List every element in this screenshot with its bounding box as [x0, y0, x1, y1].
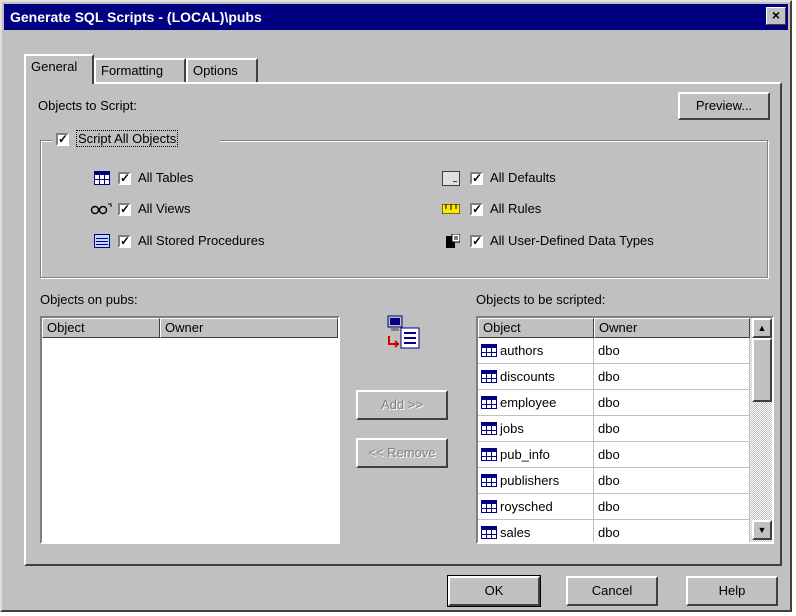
row-object: sales	[500, 525, 531, 540]
all-tables-checkbox[interactable]: ✓	[118, 172, 131, 185]
rules-icon	[442, 204, 460, 214]
table-icon	[481, 422, 497, 435]
user-defined-type-icon	[446, 234, 460, 248]
all-views-label: All Views	[138, 201, 191, 216]
script-all-label: Script All Objects	[76, 130, 179, 147]
row-owner: dbo	[598, 343, 620, 358]
cancel-button[interactable]: Cancel	[566, 576, 658, 606]
scroll-up-arrow-icon[interactable]: ▲	[752, 318, 772, 338]
stored-procedure-icon	[94, 234, 110, 248]
row-owner: dbo	[598, 525, 620, 540]
script-all-legend: ✓ Script All Objects	[52, 128, 220, 150]
column-header-owner[interactable]: Owner	[594, 318, 750, 338]
dialog-window: Generate SQL Scripts - (LOCAL)\pubs × Ge…	[0, 0, 792, 612]
table-icon	[481, 396, 497, 409]
tab-options[interactable]: Options	[186, 58, 258, 82]
objects-to-be-scripted-label: Objects to be scripted:	[476, 292, 606, 307]
row-object: jobs	[500, 421, 524, 436]
column-header-object[interactable]: Object	[42, 318, 160, 338]
table-icon	[481, 344, 497, 357]
objects-on-label: Objects on pubs:	[40, 292, 138, 307]
all-views-checkbox[interactable]: ✓	[118, 203, 131, 216]
table-icon	[94, 171, 110, 185]
scroll-down-arrow-icon[interactable]: ▼	[752, 520, 772, 540]
defaults-icon	[442, 171, 460, 186]
transfer-icon	[387, 315, 420, 349]
row-object: roysched	[500, 499, 553, 514]
row-object: employee	[500, 395, 557, 410]
objects-to-be-scripted-list[interactable]: Object Owner authors dbo discounts dbo e…	[476, 316, 774, 544]
row-object: publishers	[500, 473, 560, 488]
column-header-owner[interactable]: Owner	[160, 318, 338, 338]
all-tables-label: All Tables	[138, 170, 194, 185]
all-defaults-label: All Defaults	[490, 170, 556, 185]
objects-on-list[interactable]: Object Owner	[40, 316, 340, 544]
table-icon	[481, 500, 497, 513]
help-button[interactable]: Help	[686, 576, 778, 606]
general-tab-panel: Objects to Script: Preview... ✓ Script A…	[24, 82, 782, 566]
close-button[interactable]: ×	[766, 7, 786, 25]
row-object: authors	[500, 343, 544, 358]
all-stored-procedures-label: All Stored Procedures	[138, 233, 265, 248]
preview-button[interactable]: Preview...	[678, 92, 770, 120]
remove-button[interactable]: << Remove	[356, 438, 448, 468]
all-rules-label: All Rules	[490, 201, 542, 216]
all-defaults-checkbox[interactable]: ✓	[470, 172, 483, 185]
script-all-checkbox[interactable]: ✓	[56, 133, 69, 146]
row-object: discounts	[500, 369, 555, 384]
table-icon	[481, 474, 497, 487]
title-bar: Generate SQL Scripts - (LOCAL)\pubs ×	[4, 4, 788, 30]
row-owner: dbo	[598, 395, 620, 410]
all-stored-procedures-checkbox[interactable]: ✓	[118, 235, 131, 248]
tab-formatting[interactable]: Formatting	[94, 58, 186, 82]
all-udt-label: All User-Defined Data Types	[490, 233, 654, 248]
row-owner: dbo	[598, 369, 620, 384]
scroll-thumb[interactable]	[752, 338, 772, 402]
vertical-scrollbar[interactable]: ▲ ▼	[750, 318, 772, 542]
all-udt-checkbox[interactable]: ✓	[470, 235, 483, 248]
ok-button[interactable]: OK	[447, 575, 541, 607]
objects-to-script-label: Objects to Script:	[38, 98, 137, 113]
row-object: pub_info	[500, 447, 550, 462]
table-icon	[481, 370, 497, 383]
row-owner: dbo	[598, 473, 620, 488]
row-owner: dbo	[598, 421, 620, 436]
tab-general[interactable]: General	[24, 54, 94, 84]
window-title: Generate SQL Scripts - (LOCAL)\pubs	[10, 9, 262, 25]
add-button[interactable]: Add >>	[356, 390, 448, 420]
table-icon	[481, 526, 497, 539]
views-icon	[90, 203, 112, 215]
column-header-object[interactable]: Object	[478, 318, 594, 338]
table-icon	[481, 448, 497, 461]
row-owner: dbo	[598, 499, 620, 514]
row-owner: dbo	[598, 447, 620, 462]
all-rules-checkbox[interactable]: ✓	[470, 203, 483, 216]
